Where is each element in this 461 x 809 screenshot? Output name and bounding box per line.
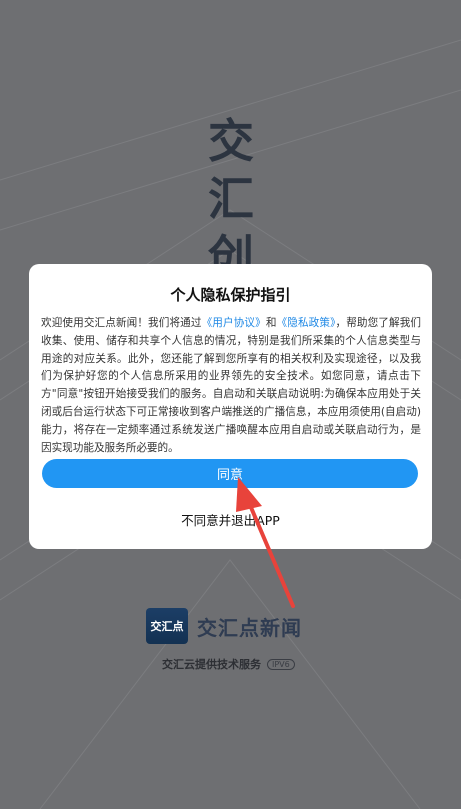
brand-logo: 交汇点 交汇点新闻 <box>146 608 302 644</box>
tech-service-line: 交汇云提供技术服务 IPV6 <box>162 656 295 672</box>
splash-title: 交 汇 创 <box>203 112 259 286</box>
agree-button[interactable]: 同意 <box>42 459 418 488</box>
splash-title-char: 汇 <box>208 172 254 226</box>
ipv6-badge: IPV6 <box>267 658 295 670</box>
body-text: ，帮助您了解我们收集、使用、储存和共享个人信息的情况，特别是我们所采集的个人信息… <box>41 317 422 454</box>
splash-title-char: 交 <box>208 114 254 168</box>
privacy-policy-link[interactable]: 《隐私政策》 <box>277 317 336 329</box>
privacy-dialog: 个人隐私保护指引 欢迎使用交汇点新闻！我们将通过《用户协议》和《隐私政策》，帮助… <box>29 264 432 549</box>
body-text: 和 <box>265 317 277 329</box>
dialog-body: 欢迎使用交汇点新闻！我们将通过《用户协议》和《隐私政策》，帮助您了解我们收集、使… <box>41 315 421 457</box>
brand-name: 交汇点新闻 <box>197 615 302 640</box>
user-agreement-link[interactable]: 《用户协议》 <box>202 317 266 329</box>
dialog-title: 个人隐私保护指引 <box>170 286 291 304</box>
body-text: 欢迎使用交汇点新闻！我们将通过 <box>41 317 202 329</box>
app-logo-icon: 交汇点 <box>146 608 188 644</box>
tech-service-text: 交汇云提供技术服务 <box>162 658 261 671</box>
disagree-exit-button[interactable]: 不同意并退出APP <box>29 510 432 529</box>
